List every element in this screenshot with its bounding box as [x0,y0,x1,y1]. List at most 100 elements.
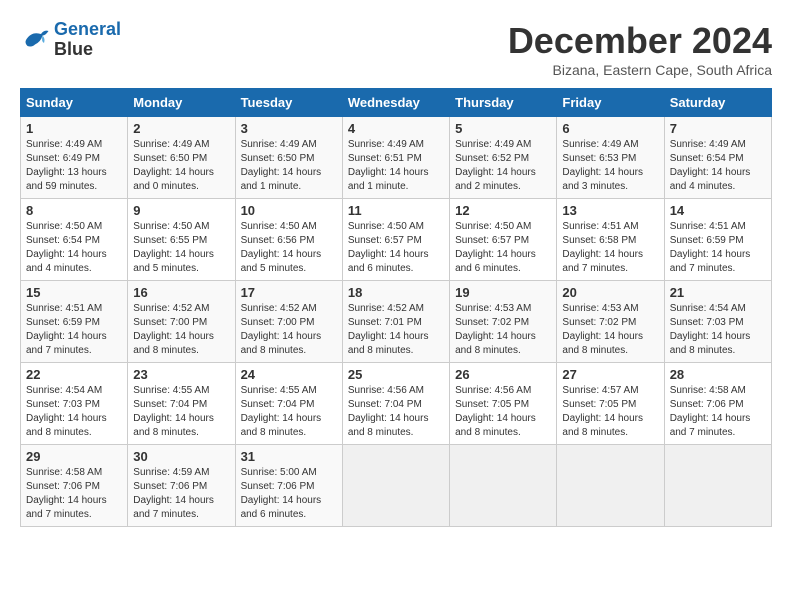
header-thursday: Thursday [450,89,557,117]
calendar-cell: 2Sunrise: 4:49 AMSunset: 6:50 PMDaylight… [128,117,235,199]
calendar-cell: 27 Sunrise: 4:57 AMSunset: 7:05 PMDayligh… [557,363,664,445]
location-subtitle: Bizana, Eastern Cape, South Africa [508,62,772,78]
day-number: 29 [26,449,122,464]
day-number: 23 [133,367,229,382]
calendar-cell: 5Sunrise: 4:49 AMSunset: 6:52 PMDaylight… [450,117,557,199]
day-info: Sunrise: 4:49 AMSunset: 6:51 PMDaylight:… [348,138,444,194]
day-number: 18 [348,285,444,300]
calendar-cell: 6 Sunrise: 4:49 AMSunset: 6:53 PMDaylight… [557,117,664,199]
day-info: Sunrise: 4:49 AMSunset: 6:54 PMDaylight:… [670,138,766,194]
day-info: Sunrise: 4:57 AMSunset: 7:05 PMDaylight:… [562,384,658,440]
calendar-cell: 4 Sunrise: 4:49 AMSunset: 6:51 PMDaylight… [342,117,449,199]
day-number: 16 [133,285,229,300]
day-number: 15 [26,285,122,300]
calendar-cell: 9Sunrise: 4:50 AMSunset: 6:55 PMDaylight… [128,199,235,281]
header-sunday: Sunday [21,89,128,117]
logo: General Blue [20,20,121,60]
title-block: December 2024 Bizana, Eastern Cape, Sout… [508,20,772,78]
day-number: 12 [455,203,551,218]
day-info: Sunrise: 4:49 AMSunset: 6:50 PMDaylight:… [241,138,337,194]
day-info: Sunrise: 4:52 AMSunset: 7:00 PMDaylight:… [241,302,337,358]
day-number: 24 [241,367,337,382]
day-number: 10 [241,203,337,218]
day-number: 28 [670,367,766,382]
calendar-cell: 26 Sunrise: 4:56 AMSunset: 7:05 PMDayligh… [450,363,557,445]
day-info: Sunrise: 4:50 AMSunset: 6:55 PMDaylight:… [133,220,229,276]
day-number: 6 [562,121,658,136]
day-number: 1 [26,121,122,136]
calendar-cell: 28 Sunrise: 4:58 AMSunset: 7:06 PMDayligh… [664,363,771,445]
day-info: Sunrise: 4:52 AMSunset: 7:00 PMDaylight:… [133,302,229,358]
calendar-cell: 15 Sunrise: 4:51 AMSunset: 6:59 PMDayligh… [21,281,128,363]
day-info: Sunrise: 4:50 AMSunset: 6:54 PMDaylight:… [26,220,122,276]
day-info: Sunrise: 4:59 AMSunset: 7:06 PMDaylight:… [133,466,229,522]
calendar-cell: 17 Sunrise: 4:52 AMSunset: 7:00 PMDayligh… [235,281,342,363]
calendar-cell: 18 Sunrise: 4:52 AMSunset: 7:01 PMDayligh… [342,281,449,363]
day-info: Sunrise: 4:55 AMSunset: 7:04 PMDaylight:… [241,384,337,440]
day-number: 7 [670,121,766,136]
day-number: 30 [133,449,229,464]
day-number: 25 [348,367,444,382]
day-number: 5 [455,121,551,136]
day-info: Sunrise: 4:54 AMSunset: 7:03 PMDaylight:… [26,384,122,440]
day-info: Sunrise: 4:51 AMSunset: 6:58 PMDaylight:… [562,220,658,276]
calendar-week-2: 8 Sunrise: 4:50 AMSunset: 6:54 PMDaylight… [21,199,772,281]
day-number: 19 [455,285,551,300]
calendar-cell: 24 Sunrise: 4:55 AMSunset: 7:04 PMDayligh… [235,363,342,445]
day-number: 8 [26,203,122,218]
day-info: Sunrise: 4:51 AMSunset: 6:59 PMDaylight:… [670,220,766,276]
day-info: Sunrise: 4:58 AMSunset: 7:06 PMDaylight:… [670,384,766,440]
calendar-cell: 1Sunrise: 4:49 AMSunset: 6:49 PMDaylight… [21,117,128,199]
logo-text: General Blue [54,20,121,60]
day-number: 4 [348,121,444,136]
day-number: 27 [562,367,658,382]
day-info: Sunrise: 4:50 AMSunset: 6:57 PMDaylight:… [455,220,551,276]
calendar-cell: 12 Sunrise: 4:50 AMSunset: 6:57 PMDayligh… [450,199,557,281]
day-number: 11 [348,203,444,218]
calendar-week-3: 15 Sunrise: 4:51 AMSunset: 6:59 PMDayligh… [21,281,772,363]
calendar-cell: 25 Sunrise: 4:56 AMSunset: 7:04 PMDayligh… [342,363,449,445]
calendar-cell: 16 Sunrise: 4:52 AMSunset: 7:00 PMDayligh… [128,281,235,363]
day-info: Sunrise: 4:55 AMSunset: 7:04 PMDaylight:… [133,384,229,440]
day-info: Sunrise: 4:56 AMSunset: 7:05 PMDaylight:… [455,384,551,440]
calendar-cell [557,445,664,527]
day-info: Sunrise: 4:53 AMSunset: 7:02 PMDaylight:… [562,302,658,358]
header-wednesday: Wednesday [342,89,449,117]
calendar-cell [664,445,771,527]
calendar-cell [342,445,449,527]
day-info: Sunrise: 4:49 AMSunset: 6:53 PMDaylight:… [562,138,658,194]
day-number: 14 [670,203,766,218]
page-header: General Blue December 2024 Bizana, Easte… [20,20,772,78]
logo-icon [20,25,50,55]
calendar-cell: 20 Sunrise: 4:53 AMSunset: 7:02 PMDayligh… [557,281,664,363]
calendar-cell: 29 Sunrise: 4:58 AMSunset: 7:06 PMDayligh… [21,445,128,527]
calendar-cell: 14 Sunrise: 4:51 AMSunset: 6:59 PMDayligh… [664,199,771,281]
day-number: 17 [241,285,337,300]
month-title: December 2024 [508,20,772,62]
day-info: Sunrise: 4:56 AMSunset: 7:04 PMDaylight:… [348,384,444,440]
day-number: 21 [670,285,766,300]
day-number: 31 [241,449,337,464]
calendar-cell [450,445,557,527]
day-number: 2 [133,121,229,136]
header-friday: Friday [557,89,664,117]
day-info: Sunrise: 4:50 AMSunset: 6:57 PMDaylight:… [348,220,444,276]
header-saturday: Saturday [664,89,771,117]
day-number: 26 [455,367,551,382]
day-info: Sunrise: 4:51 AMSunset: 6:59 PMDaylight:… [26,302,122,358]
calendar-cell: 11 Sunrise: 4:50 AMSunset: 6:57 PMDayligh… [342,199,449,281]
day-number: 20 [562,285,658,300]
day-info: Sunrise: 4:52 AMSunset: 7:01 PMDaylight:… [348,302,444,358]
header-tuesday: Tuesday [235,89,342,117]
calendar-week-5: 29 Sunrise: 4:58 AMSunset: 7:06 PMDayligh… [21,445,772,527]
calendar-table: SundayMondayTuesdayWednesdayThursdayFrid… [20,88,772,527]
calendar-cell: 8 Sunrise: 4:50 AMSunset: 6:54 PMDaylight… [21,199,128,281]
calendar-week-4: 22Sunrise: 4:54 AMSunset: 7:03 PMDayligh… [21,363,772,445]
calendar-cell: 23 Sunrise: 4:55 AMSunset: 7:04 PMDayligh… [128,363,235,445]
day-info: Sunrise: 4:53 AMSunset: 7:02 PMDaylight:… [455,302,551,358]
calendar-cell: 3Sunrise: 4:49 AMSunset: 6:50 PMDaylight… [235,117,342,199]
day-info: Sunrise: 4:58 AMSunset: 7:06 PMDaylight:… [26,466,122,522]
day-info: Sunrise: 5:00 AMSunset: 7:06 PMDaylight:… [241,466,337,522]
calendar-cell: 10Sunrise: 4:50 AMSunset: 6:56 PMDayligh… [235,199,342,281]
calendar-cell: 21Sunrise: 4:54 AMSunset: 7:03 PMDayligh… [664,281,771,363]
